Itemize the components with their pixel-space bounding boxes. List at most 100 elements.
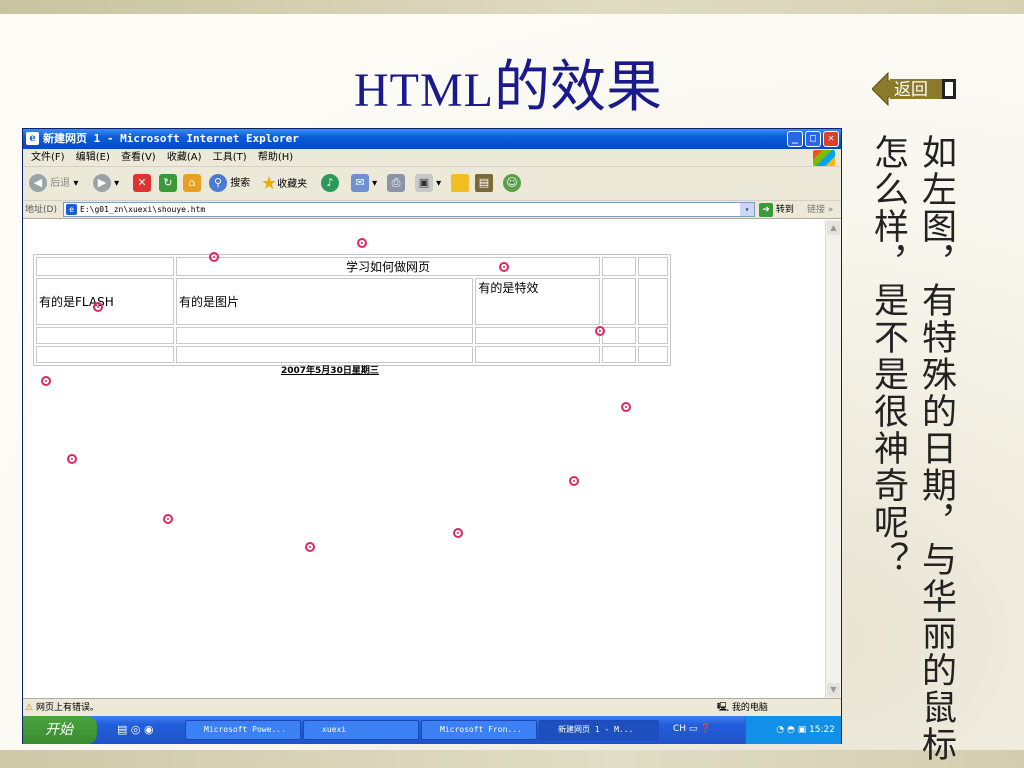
stop-button[interactable]: ✕ — [133, 173, 151, 195]
minimize-button[interactable]: _ — [787, 131, 803, 147]
status-zone-text: 我的电脑 — [731, 703, 768, 713]
status-bar: ⚠ 网页上有错误。 🖳 我的电脑 — [23, 698, 841, 716]
lang-label: CH — [673, 724, 687, 734]
date-text: 2007年5月30日星期三 — [281, 366, 379, 376]
taskbar-item-powerpoint[interactable]: Microsoft Powe... — [185, 720, 301, 740]
menu-view[interactable]: 查看(V) — [121, 149, 156, 167]
menu-edit[interactable]: 编辑(E) — [76, 149, 110, 167]
my-computer-icon: 🖳 — [717, 703, 730, 713]
status-error[interactable]: ⚠ 网页上有错误。 — [25, 699, 99, 717]
tray-icons[interactable]: ◔ ◓ ▣ — [776, 725, 809, 735]
swirl-cursor-trail-icon — [595, 326, 605, 336]
back-arrow-icon: 返回 — [871, 71, 956, 107]
table-cell — [638, 257, 668, 276]
edit-button[interactable]: ▣ ▾ — [415, 173, 441, 195]
address-value: E:\g01_zn\xuexi\shouye.htm — [80, 205, 206, 214]
title-latin: HTML — [354, 64, 494, 117]
print-button[interactable]: ⎙ — [387, 173, 405, 195]
close-button[interactable]: ✕ — [823, 131, 839, 147]
effect-cell: 有的是特效 — [475, 278, 600, 325]
address-input[interactable]: e E:\g01_zn\xuexi\shouye.htm ▾ — [63, 202, 755, 217]
favorites-button[interactable]: ★收藏夹 — [261, 173, 307, 195]
favorites-star-icon: ★ — [261, 173, 278, 194]
research-icon: ▤ — [475, 174, 493, 192]
status-error-text: 网页上有错误。 — [35, 703, 99, 713]
folder-button[interactable] — [451, 173, 469, 195]
system-tray: ◔ ◓ ▣ 15:22 — [745, 716, 841, 744]
swirl-cursor-trail-icon — [621, 402, 631, 412]
go-button[interactable]: ➜ 转到 — [759, 202, 794, 218]
mail-button[interactable]: ✉ ▾ — [351, 173, 377, 195]
taskbar-item-frontpage[interactable]: Microsoft Fron... — [421, 720, 537, 740]
quicklaunch-icons[interactable]: ▤ ◎ ◉ — [117, 723, 154, 736]
page-layout-table: 学习如何做网页 有的是FLASH 有的是图片 有的是特效 — [33, 254, 671, 366]
start-button[interactable]: 开始 — [23, 716, 97, 744]
links-button[interactable]: 链接 » — [807, 201, 833, 219]
media-button[interactable]: ♪ — [321, 173, 339, 195]
table-cell — [602, 257, 636, 276]
research-button[interactable]: ▤ — [475, 173, 493, 195]
menu-file[interactable]: 文件(F) — [31, 149, 65, 167]
effect-text: 有的是特效 — [478, 281, 539, 295]
window-titlebar[interactable]: e 新建网页 1 - Microsoft Internet Explorer _… — [23, 129, 841, 149]
edit-icon: ▣ — [415, 174, 433, 192]
menu-favorites[interactable]: 收藏(A) — [167, 149, 202, 167]
warning-icon: ⚠ — [25, 703, 34, 713]
swirl-cursor-trail-icon — [41, 376, 51, 386]
toolbar: ◀ 后退 ▾ ▶ ▾ ✕ ↻ ⌂ ⚲ 搜索 ★收藏夹 ♪ ✉ ▾ ⎙ ▣ ▾ ▤… — [23, 167, 841, 201]
media-icon: ♪ — [321, 174, 339, 192]
toolbar-back-button[interactable]: ◀ 后退 ▾ — [29, 173, 78, 195]
search-label: 搜索 — [230, 178, 251, 189]
menu-tools[interactable]: 工具(T) — [213, 149, 247, 167]
refresh-button[interactable]: ↻ — [159, 173, 177, 195]
start-label: 开始 — [45, 722, 73, 738]
toolbar-forward-button[interactable]: ▶ ▾ — [93, 173, 119, 195]
go-arrow-icon: ➜ — [759, 202, 773, 217]
ie-window: e 新建网页 1 - Microsoft Internet Explorer _… — [22, 128, 842, 744]
swirl-cursor-trail-icon — [93, 302, 103, 312]
image-cell: 有的是图片 — [176, 278, 474, 325]
scroll-up-icon[interactable]: ▲ — [827, 221, 840, 235]
forward-arrow-icon: ▶ — [93, 174, 111, 192]
title-cjk: 的效果 — [493, 55, 662, 120]
table-title: 学习如何做网页 — [345, 260, 430, 274]
mail-icon: ✉ — [351, 174, 369, 192]
window-title: 新建网页 1 - Microsoft Internet Explorer — [43, 132, 299, 145]
swirl-cursor-trail-icon — [67, 454, 77, 464]
table-cell — [176, 327, 474, 344]
task-label: 新建网页 1 - M... — [558, 725, 634, 734]
back-label: 返回 — [894, 80, 928, 100]
favorites-label: 收藏夹 — [277, 179, 308, 190]
taskbar-item-folder[interactable]: xuexi — [303, 720, 419, 740]
taskbar-item-ie[interactable]: 新建网页 1 - M... — [539, 720, 659, 740]
table-cell — [602, 278, 636, 325]
task-label: Microsoft Fron... — [440, 725, 522, 734]
table-cell — [475, 327, 600, 344]
table-cell — [602, 327, 636, 344]
table-cell — [638, 278, 668, 325]
table-title-cell: 学习如何做网页 — [176, 257, 600, 276]
table-cell — [638, 327, 668, 344]
home-button[interactable]: ⌂ — [183, 173, 201, 195]
menu-help[interactable]: 帮助(H) — [258, 149, 293, 167]
home-icon: ⌂ — [183, 174, 201, 192]
go-label: 转到 — [775, 205, 794, 215]
scroll-down-icon[interactable]: ▼ — [827, 683, 840, 697]
page-icon: e — [66, 204, 77, 215]
search-button[interactable]: ⚲ 搜索 — [209, 173, 250, 195]
print-icon: ⎙ — [387, 174, 405, 192]
back-arrow-icon: ◀ — [29, 174, 47, 192]
messenger-icon: ☺ — [503, 174, 521, 192]
task-label: Microsoft Powe... — [204, 725, 286, 734]
description-left-column: 怎么样，是不是很神奇呢？ — [868, 134, 908, 578]
address-dropdown-icon[interactable]: ▾ — [740, 203, 754, 216]
vertical-scrollbar[interactable]: ▲ ▼ — [825, 220, 841, 698]
back-button[interactable]: 返回 — [871, 71, 958, 107]
bottom-decor-band — [0, 750, 1024, 768]
swirl-cursor-trail-icon — [453, 528, 463, 538]
page-content: 学习如何做网页 有的是FLASH 有的是图片 有的是特效 2007年5月30日星… — [23, 220, 825, 698]
maximize-button[interactable]: □ — [805, 131, 821, 147]
messenger-button[interactable]: ☺ — [503, 173, 521, 195]
stop-icon: ✕ — [133, 174, 151, 192]
language-indicator[interactable]: CH ▭ ❓ — [673, 724, 712, 734]
